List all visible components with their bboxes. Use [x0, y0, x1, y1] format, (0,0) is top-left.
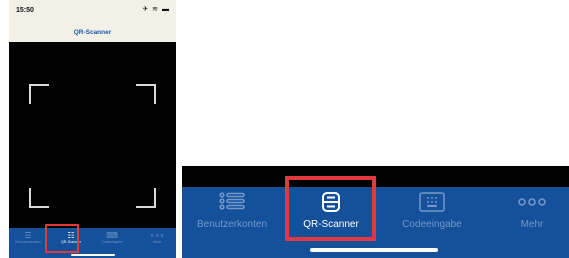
more-icon [484, 192, 569, 212]
tab-mehr[interactable]: Mehr [484, 192, 569, 230]
viewfinder-corner-top-left [29, 84, 49, 104]
tab-mehr[interactable]: ∘∘∘ Mehr [140, 231, 174, 245]
home-indicator [310, 248, 438, 252]
wifi-icon: ≋ [152, 6, 160, 13]
tab-label: Benutzerkonten [196, 219, 268, 230]
tab-label: Mehr [520, 219, 544, 230]
viewfinder-corner-bottom-left [29, 188, 49, 208]
phone-screenshot: 15:50 ✈ ≋ ▬ QR-Scanner ☰ Benutzerkonten … [9, 0, 176, 258]
tab-codeeingabe[interactable]: Codeeingabe [384, 192, 480, 230]
status-time: 15:50 [16, 7, 34, 14]
list-icon [184, 192, 280, 212]
more-icon: ∘∘∘ [149, 231, 165, 240]
home-indicator [71, 254, 115, 256]
status-bar: 15:50 ✈ ≋ ▬ [9, 0, 176, 22]
tab-label: Mehr [152, 240, 162, 244]
airplane-icon: ✈ [142, 6, 150, 13]
keypad-icon [384, 192, 480, 212]
tab-benutzerkonten[interactable]: ☰ Benutzerkonten [11, 231, 45, 245]
zoomed-tab-bar: Benutzerkonten QR-Scanner Codeeingabe Me… [182, 166, 569, 258]
list-icon: ☰ [24, 231, 32, 240]
highlight-box [285, 176, 376, 241]
tab-label: Codeeingabe [402, 219, 462, 230]
viewfinder-corner-top-right [136, 84, 156, 104]
highlight-box [45, 224, 79, 253]
page-title: QR-Scanner [73, 29, 112, 36]
tab-label: Benutzerkonten [15, 240, 41, 244]
keypad-icon: ⌨ [106, 231, 118, 240]
viewfinder-corner-bottom-right [136, 188, 156, 208]
battery-icon: ▬ [162, 6, 170, 13]
camera-viewfinder[interactable] [9, 42, 176, 228]
tab-benutzerkonten[interactable]: Benutzerkonten [184, 192, 280, 230]
status-icons: ✈ ≋ ▬ [142, 5, 170, 13]
tab-label: Codeeingabe [101, 240, 123, 244]
nav-bar: QR-Scanner [9, 22, 176, 43]
tab-codeeingabe[interactable]: ⌨ Codeeingabe [95, 231, 129, 245]
